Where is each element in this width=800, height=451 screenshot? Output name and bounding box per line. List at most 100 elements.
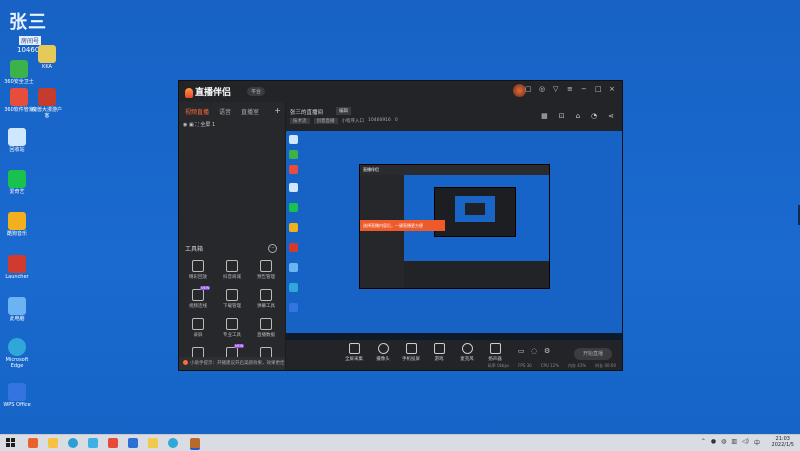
shield-icon [10, 60, 28, 78]
tab-video-live[interactable]: 视频直播 [185, 107, 209, 116]
control-speaker[interactable]: 扬声器 [483, 343, 507, 362]
control-microphone[interactable]: 麦克风 [455, 343, 479, 362]
volume-icon[interactable]: ◁) [742, 438, 749, 447]
layout-icon[interactable]: ▭ [518, 347, 525, 355]
folder-icon[interactable] [48, 438, 58, 448]
eye-icon[interactable]: ◉ [183, 122, 187, 128]
desktop: 张三 房间号 10460916 360安全卫士 KKA 360软件管家 魔兽大漫… [0, 0, 800, 434]
desktop-icon-game[interactable]: 魔兽大漫游户客 [30, 88, 64, 119]
desktop-icon-this-pc[interactable]: 此电脑 [0, 297, 34, 322]
control-fullscreen-capture[interactable]: 全屏采集 [342, 343, 366, 362]
nested-left-panel [360, 175, 404, 288]
taskbar-app-icon[interactable] [128, 438, 138, 448]
status-fps: FPS 30 [518, 363, 532, 368]
tool-highlights[interactable]: 精彩回放 [181, 260, 215, 280]
menu-icon[interactable]: ≡ [567, 86, 574, 93]
filter-icon[interactable]: ▽ [553, 86, 560, 93]
minimize-icon[interactable]: − [581, 86, 588, 93]
mini-program[interactable]: 小程序入口 [342, 118, 365, 124]
preview-desktop-icon [289, 203, 298, 212]
preview-desktop-icon [289, 283, 298, 292]
desktop-icon-launcher[interactable]: Launcher [0, 255, 34, 280]
status-memory: 内存 43% [568, 363, 587, 368]
platform-badge[interactable]: 平台 [247, 87, 266, 96]
maximize-icon[interactable]: □ [595, 86, 602, 93]
start-live-button[interactable]: 开始直播 [574, 348, 612, 360]
clock-date: 2022/1/5 [771, 442, 794, 448]
edge-icon[interactable] [168, 438, 178, 448]
live-companion-taskbar-icon[interactable] [190, 438, 200, 450]
preview-desktop-icon [289, 223, 298, 232]
speaker-icon [489, 343, 501, 354]
tab-voice[interactable]: 语音 [219, 107, 231, 116]
edit-button[interactable]: 编辑 [336, 107, 351, 115]
video-link-icon: NEW [192, 286, 211, 301]
launcher-icon [8, 255, 26, 273]
tool-shop[interactable]: 抖音商城 [215, 260, 249, 280]
nested-titlebar [360, 165, 549, 175]
settings-icon[interactable]: ⚙ [544, 347, 550, 355]
titlebar: 直播伴侣 平台 ▢ ◎ ▽ ≡ − □ × [179, 81, 622, 102]
desktop-icon-iqiyi[interactable]: 爱奇艺 [0, 170, 34, 195]
control-phone-cast[interactable]: 手机投屏 [399, 343, 423, 362]
preview-desktop-icon [289, 150, 298, 159]
calendar-icon [260, 318, 272, 330]
capture-icon[interactable]: ⊡ [559, 112, 565, 120]
preview-desktop-icon [289, 165, 298, 174]
ime-icon[interactable]: 中 [754, 438, 760, 447]
tool-video-link[interactable]: NEW 视频连线 [181, 286, 215, 309]
start-button[interactable] [6, 438, 16, 448]
new-badge: NEW [200, 286, 211, 290]
gift-icon[interactable]: ▦ [541, 112, 548, 120]
taskbar-app-icon[interactable] [148, 438, 158, 448]
taskbar-app-icon[interactable] [108, 438, 118, 448]
control-game[interactable]: 游戏 [427, 343, 451, 362]
tool-download[interactable]: 下载管理 [215, 289, 249, 309]
tool-data[interactable]: 直播数据 [249, 318, 283, 338]
close-icon[interactable]: × [609, 86, 616, 93]
clock[interactable]: 21:03 2022/1/5 [772, 436, 794, 448]
scene-item[interactable]: ◉ ▣ ⛶ 全屏 1 [183, 121, 215, 128]
preview-desktop-icon [289, 183, 298, 192]
phone-icon [405, 343, 417, 354]
desktop-icon-kugou[interactable]: 酷狗音乐 [0, 212, 34, 237]
control-camera[interactable]: 摄像头 [371, 343, 395, 362]
recycle-bin-icon [8, 128, 26, 146]
effects-icon[interactable]: ◌ [531, 347, 537, 355]
notice-bar[interactable]: 小助手提示：开播建议开启美颜效果，效果更佳 [179, 357, 285, 370]
lock-icon[interactable]: ▣ [189, 122, 194, 128]
network-icon[interactable]: ▥ [731, 438, 737, 447]
app-icon [10, 88, 28, 106]
room-id: 10460916 [368, 118, 391, 123]
message-icon[interactable]: ▢ [525, 86, 532, 93]
viewer-count: 0 [394, 118, 398, 123]
live-preview[interactable]: 直播伴侣 选择直播内容后，一键直播更方便 [286, 131, 622, 340]
tool-record[interactable]: 录屏 [181, 318, 215, 338]
skin-icon[interactable]: ◎ [539, 86, 546, 93]
chevron-up-icon[interactable]: ⌃ [701, 438, 706, 447]
desktop-icon-wps[interactable]: WPS Office [0, 383, 34, 408]
edge-icon [8, 338, 26, 356]
desktop-icon-recycle-bin[interactable]: 回收站 [0, 128, 34, 153]
taskbar-app-icon[interactable] [28, 438, 38, 448]
tab-live-room[interactable]: 直播室 [241, 107, 259, 116]
nested-screen-inner [434, 187, 516, 237]
bell-icon[interactable]: ◔ [591, 112, 597, 120]
desktop-icon-edge[interactable]: Microsoft Edge [0, 338, 34, 369]
share-icon[interactable]: ⋖ [608, 112, 614, 120]
flame-icon [185, 87, 193, 98]
wechat-icon[interactable]: ◍ [721, 438, 726, 447]
tool-preview[interactable]: 预告管理 [249, 260, 283, 280]
desktop-icon-kka[interactable]: KKA [30, 45, 64, 70]
taskbar-app-icon[interactable] [88, 438, 98, 448]
help-icon[interactable]: ⋯ [268, 244, 277, 253]
tool-danmaku[interactable]: 弹幕工具 [249, 289, 283, 309]
tag[interactable]: 创意直播 [313, 118, 338, 124]
add-scene-icon[interactable]: + [274, 106, 281, 115]
search-icon[interactable] [68, 438, 78, 448]
notice-icon [183, 360, 188, 365]
app-tray-icon[interactable]: ● [711, 438, 716, 447]
category-tag[interactable]: 技术流 [290, 118, 310, 124]
tool-pro[interactable]: 专业工具 [215, 318, 249, 338]
store-icon[interactable]: ⌂ [576, 112, 580, 120]
